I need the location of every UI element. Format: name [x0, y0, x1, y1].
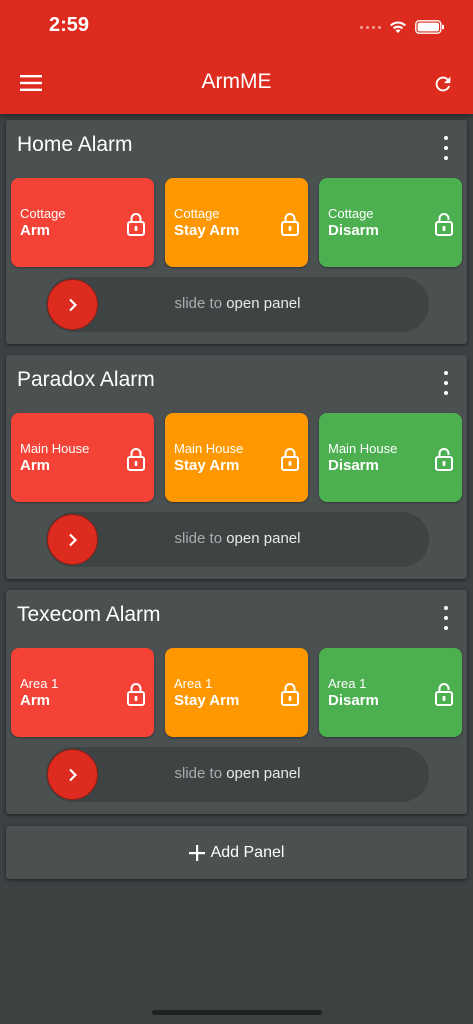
area-label: Main House [20, 441, 90, 456]
area-label: Cottage [328, 206, 374, 221]
mode-label: Arm [20, 222, 51, 239]
mode-label: Disarm [328, 457, 379, 474]
area-label: Cottage [20, 206, 66, 221]
action-buttons: Cottage Arm Cottage Stay Arm Cottage Disarm [11, 178, 462, 267]
area-label: Area 1 [174, 676, 213, 691]
disarm-button[interactable]: Cottage Disarm [319, 178, 462, 267]
arm-button[interactable]: Main House Arm [11, 413, 154, 502]
slider-text: slide to open panel [46, 530, 429, 547]
mode-label: Disarm [328, 222, 379, 239]
action-buttons: Main House Arm Main House Stay Arm Main Hous… [11, 413, 462, 502]
lock-icon [280, 447, 300, 476]
disarm-button[interactable]: Main House Disarm [319, 413, 462, 502]
app-title: ArmME [201, 70, 272, 93]
lock-icon [126, 682, 146, 711]
slider-text-part2: open panel [226, 530, 301, 547]
unlock-icon [434, 212, 454, 241]
stay-arm-button[interactable]: Main House Stay Arm [165, 413, 308, 502]
slider-text-part1: slide to [174, 295, 223, 312]
panel-title: Paradox Alarm [17, 368, 155, 391]
mode-label: Disarm [328, 692, 379, 709]
slider-text-part1: slide to [174, 530, 223, 547]
more-options-icon[interactable] [439, 606, 453, 630]
wifi-icon [390, 21, 406, 33]
more-options-icon[interactable] [439, 371, 453, 395]
area-label: Area 1 [328, 676, 367, 691]
stay-arm-button[interactable]: Area 1 Stay Arm [165, 648, 308, 737]
disarm-button[interactable]: Area 1 Disarm [319, 648, 462, 737]
lock-icon [126, 447, 146, 476]
area-label: Area 1 [20, 676, 59, 691]
mode-label: Arm [20, 692, 51, 709]
panel-title: Texecom Alarm [17, 603, 161, 626]
plus-icon [188, 844, 205, 861]
unlock-icon [434, 682, 454, 711]
status-time: 2:59 [49, 14, 90, 36]
mode-label: Stay Arm [174, 692, 240, 709]
add-panel-label: Add Panel [210, 843, 285, 861]
slider-text-part1: slide to [174, 765, 223, 782]
slide-to-open-slider[interactable]: slide to open panel [46, 512, 429, 567]
home-indicator [152, 1010, 322, 1015]
refresh-icon [435, 76, 451, 92]
refresh-button[interactable] [428, 69, 458, 99]
mode-label: Arm [20, 457, 51, 474]
area-label: Main House [174, 441, 244, 456]
unlock-icon [434, 447, 454, 476]
slider-text-part2: open panel [226, 295, 301, 312]
mode-label: Stay Arm [174, 222, 240, 239]
status-icons [360, 16, 445, 38]
more-options-icon[interactable] [439, 136, 453, 160]
mode-label: Stay Arm [174, 457, 240, 474]
slider-text: slide to open panel [46, 295, 429, 312]
battery-icon [415, 20, 444, 34]
app-bar: 2:59 ArmME [0, 0, 473, 114]
signal-icon [360, 25, 381, 29]
panel-title: Home Alarm [17, 133, 133, 156]
slide-to-open-slider[interactable]: slide to open panel [46, 747, 429, 802]
arm-button[interactable]: Cottage Arm [11, 178, 154, 267]
area-label: Main House [328, 441, 398, 456]
arm-button[interactable]: Area 1 Arm [11, 648, 154, 737]
lock-icon [280, 682, 300, 711]
slider-text-part2: open panel [226, 765, 301, 782]
add-panel-button[interactable]: Add Panel [6, 826, 467, 879]
lock-icon [126, 212, 146, 241]
action-buttons: Area 1 Arm Area 1 Stay Arm Area 1 Disarm [11, 648, 462, 737]
alarm-panel: Home Alarm Cottage Arm Cottage Stay Arm Cotta… [6, 120, 467, 344]
slide-to-open-slider[interactable]: slide to open panel [46, 277, 429, 332]
area-label: Cottage [174, 206, 220, 221]
stay-arm-button[interactable]: Cottage Stay Arm [165, 178, 308, 267]
slider-text: slide to open panel [46, 765, 429, 782]
lock-icon [280, 212, 300, 241]
screen: 2:59 ArmME Home Alarm Cottage Arm Cottag… [0, 0, 473, 1024]
alarm-panel: Texecom Alarm Area 1 Arm Area 1 Stay Arm Area… [6, 590, 467, 814]
alarm-panel: Paradox Alarm Main House Arm Main House Stay… [6, 355, 467, 579]
